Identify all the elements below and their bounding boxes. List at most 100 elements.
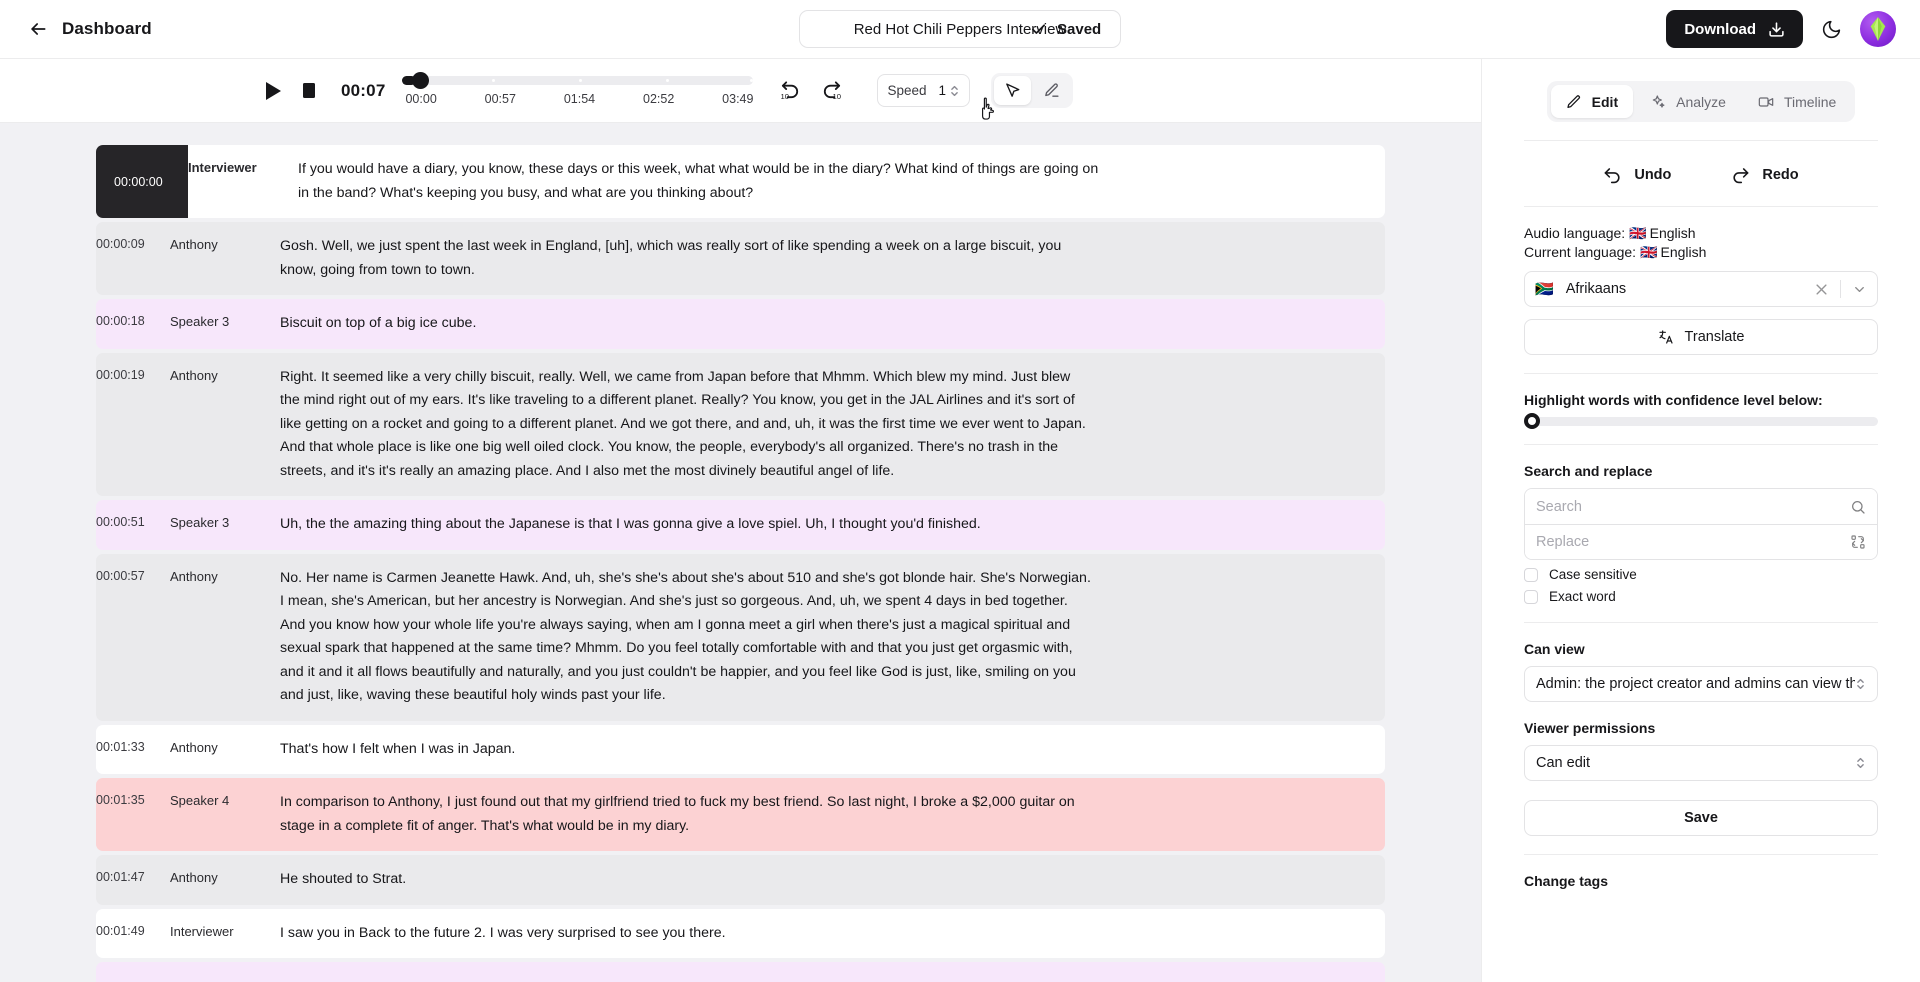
chevron-down-icon[interactable]: [1852, 282, 1867, 297]
transcript-row[interactable]: 00:00:18 Speaker 3 Biscuit on top of a b…: [96, 299, 1385, 349]
dark-mode-toggle[interactable]: [1821, 19, 1842, 40]
clear-icon[interactable]: [1814, 282, 1829, 297]
translate-button[interactable]: Translate: [1524, 319, 1878, 355]
download-button[interactable]: Download: [1666, 10, 1803, 48]
transcript-row[interactable]: 00:00:57 Anthony No. Her name is Carmen …: [96, 553, 1385, 721]
seek-tick: [666, 78, 670, 82]
replace-field-row[interactable]: [1525, 524, 1877, 559]
exact-word-checkbox[interactable]: [1524, 589, 1538, 604]
right-sidebar: Edit Analyze Timeline Undo Redo Audio la…: [1481, 59, 1920, 982]
row-text[interactable]: That's how I felt when I was in Japan.: [280, 738, 545, 762]
row-text[interactable]: I saw you in Back to the future 2. I was…: [280, 922, 756, 946]
seek-bar[interactable]: 00:00 00:57 01:54 02:52 03:49: [402, 71, 754, 106]
row-text[interactable]: If you would have a diary, you know, the…: [298, 158, 1141, 205]
transcript-row[interactable]: 00:00:09 Anthony Gosh. Well, we just spe…: [96, 222, 1385, 295]
exact-word-row[interactable]: Exact word: [1524, 589, 1878, 604]
row-timestamp[interactable]: 00:00:51: [78, 513, 170, 529]
transcript-row[interactable]: 00:00:51 Speaker 3 Uh, the the amazing t…: [96, 500, 1385, 550]
stop-button[interactable]: [303, 83, 315, 98]
row-text[interactable]: Uh, the the amazing thing about the Japa…: [280, 513, 1011, 537]
rewind-10-button[interactable]: 10: [779, 79, 802, 102]
row-text[interactable]: Biscuit on top of a big ice cube.: [280, 312, 506, 336]
save-button[interactable]: Save: [1524, 800, 1878, 836]
speed-selector[interactable]: Speed 1: [877, 74, 995, 120]
transcript-row[interactable]: 00:01:35 Speaker 4 In comparison to Anth…: [96, 778, 1385, 851]
select-tool-button[interactable]: [994, 76, 1032, 105]
row-speaker[interactable]: Anthony: [170, 738, 280, 755]
search-field-row[interactable]: [1525, 489, 1877, 524]
transcript-row[interactable]: 00:01:33 Anthony That's how I felt when …: [96, 724, 1385, 774]
pencil-icon: [1567, 94, 1580, 108]
seek-tick: [750, 78, 753, 82]
forward-10-button[interactable]: 10: [820, 79, 843, 102]
row-timestamp[interactable]: 00:00:18: [78, 312, 170, 328]
transport-controls: 00:07: [265, 81, 385, 101]
redo-button[interactable]: Redo: [1731, 165, 1799, 184]
divider: [1524, 622, 1878, 623]
transcript-row[interactable]: 00:00:19 Anthony Right. It seemed like a…: [96, 352, 1385, 496]
row-timestamp[interactable]: 00:00:09: [78, 235, 170, 251]
current-language-line: Current language: 🇬🇧 English: [1524, 244, 1878, 261]
viewer-permissions-select[interactable]: Can edit: [1524, 745, 1878, 781]
replace-icon[interactable]: [1850, 534, 1866, 550]
row-timestamp[interactable]: 00:01:47: [78, 868, 170, 884]
annotate-tool-button[interactable]: [1033, 76, 1070, 105]
play-button[interactable]: [265, 81, 281, 100]
seek-handle[interactable]: [402, 71, 430, 89]
tab-edit-label: Edit: [1591, 93, 1619, 110]
search-input[interactable]: [1536, 498, 1850, 515]
tab-analyze-label: Analyze: [1676, 93, 1726, 110]
row-timestamp[interactable]: 00:00:57: [78, 567, 170, 583]
tab-edit[interactable]: Edit: [1550, 85, 1634, 118]
row-timestamp[interactable]: 00:01:35: [78, 791, 170, 807]
case-sensitive-checkbox[interactable]: [1524, 567, 1538, 582]
seek-tick-label: 03:49: [722, 91, 754, 106]
transcript-row[interactable]: 00:01:47 Anthony He shouted to Strat.: [96, 855, 1385, 905]
row-timestamp[interactable]: 00:00:19: [78, 366, 170, 382]
tab-timeline[interactable]: Timeline: [1743, 85, 1851, 118]
row-speaker[interactable]: Interviewer: [170, 922, 280, 939]
transcript-list[interactable]: 00:00:00 Interviewer If you would have a…: [0, 123, 1481, 982]
can-view-select[interactable]: Admin: the project creator and admins ca…: [1524, 666, 1878, 702]
row-speaker[interactable]: Anthony: [170, 235, 280, 252]
target-language-select[interactable]: 🇿🇦 Afrikaans: [1524, 271, 1878, 307]
row-text[interactable]: In comparison to Anthony, I just found o…: [280, 791, 1123, 838]
pen-edit-icon: [1045, 83, 1060, 97]
seek-track[interactable]: [402, 71, 754, 89]
target-language-flag: 🇿🇦: [1535, 281, 1554, 298]
row-timestamp[interactable]: 00:00:00: [96, 145, 188, 218]
transcript-row[interactable]: 00:01:49 Interviewer I saw you in Back t…: [96, 908, 1385, 958]
download-label: Download: [1684, 20, 1756, 38]
row-timestamp[interactable]: 00:01:49: [78, 922, 170, 938]
row-speaker[interactable]: Interviewer: [188, 158, 298, 175]
row-speaker[interactable]: Speaker 3: [170, 513, 280, 530]
replace-input[interactable]: [1536, 534, 1850, 550]
confidence-slider-handle[interactable]: [1524, 413, 1540, 429]
row-speaker[interactable]: Anthony: [170, 567, 280, 584]
exact-word-label: Exact word: [1549, 589, 1616, 604]
row-text[interactable]: He shouted to Strat.: [280, 868, 436, 892]
transcript-row[interactable]: [96, 962, 1385, 982]
tab-analyze[interactable]: Analyze: [1635, 85, 1741, 118]
transcript-row[interactable]: 00:00:00 Interviewer If you would have a…: [96, 145, 1385, 218]
row-speaker[interactable]: Speaker 4: [170, 791, 280, 808]
avatar[interactable]: [1860, 11, 1896, 47]
row-timestamp[interactable]: 00:01:33: [78, 738, 170, 754]
undo-button[interactable]: Undo: [1603, 165, 1671, 184]
seek-tick-label: 00:00: [405, 91, 437, 106]
check-icon: [1030, 21, 1047, 38]
redo-label: Redo: [1762, 166, 1799, 183]
row-speaker[interactable]: Anthony: [170, 868, 280, 885]
speed-value: 1: [938, 83, 947, 98]
row-text[interactable]: No. Her name is Carmen Jeanette Hawk. An…: [280, 567, 1123, 708]
stop-icon: [303, 83, 315, 98]
seek-tick: [579, 78, 583, 82]
row-speaker[interactable]: Anthony: [170, 366, 280, 383]
row-text[interactable]: Right. It seemed like a very chilly bisc…: [280, 366, 1123, 484]
search-icon[interactable]: [1850, 499, 1866, 515]
row-text[interactable]: Gosh. Well, we just spent the last week …: [280, 235, 1123, 282]
back-to-dashboard-link[interactable]: Dashboard: [28, 19, 152, 39]
confidence-slider[interactable]: [1524, 413, 1878, 429]
row-speaker[interactable]: Speaker 3: [170, 312, 280, 329]
case-sensitive-row[interactable]: Case sensitive: [1524, 567, 1878, 582]
